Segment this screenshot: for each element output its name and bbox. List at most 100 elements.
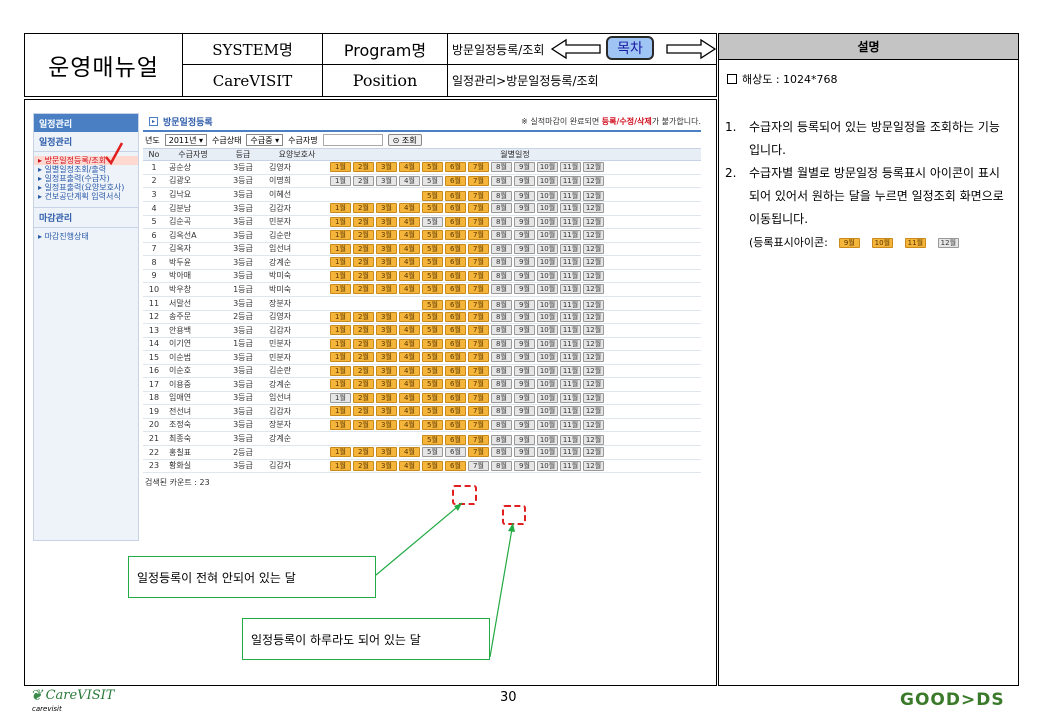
month-button[interactable]: 10월 xyxy=(537,352,558,363)
month-button[interactable]: 5월 xyxy=(422,352,443,363)
month-button[interactable]: 4월 xyxy=(399,447,420,458)
month-button[interactable]: 11월 xyxy=(560,162,581,173)
month-button[interactable]: 9월 xyxy=(514,175,535,186)
month-button[interactable]: 1월 xyxy=(330,365,351,376)
month-button[interactable]: 12월 xyxy=(583,216,604,227)
month-button[interactable]: 10월 xyxy=(537,435,558,445)
month-button[interactable]: 2월 xyxy=(353,257,374,268)
month-button[interactable]: 3월 xyxy=(376,162,397,173)
month-button[interactable]: 12월 xyxy=(583,338,604,349)
month-button[interactable]: 5월 xyxy=(422,419,443,430)
month-button[interactable]: 1월 xyxy=(330,175,351,186)
month-button[interactable]: 8월 xyxy=(491,203,512,214)
month-button[interactable]: 11월 xyxy=(560,365,581,376)
month-button[interactable]: 7월 xyxy=(468,379,489,390)
month-button[interactable]: 10월 xyxy=(537,460,558,471)
month-button[interactable]: 1월 xyxy=(330,338,351,349)
month-button[interactable]: 1월 xyxy=(330,203,351,214)
month-button[interactable]: 6월 xyxy=(445,162,466,173)
month-button[interactable]: 3월 xyxy=(376,392,397,403)
month-button[interactable]: 10월 xyxy=(537,257,558,268)
month-button[interactable]: 10월 xyxy=(537,311,558,322)
month-button[interactable]: 5월 xyxy=(422,270,443,281)
month-button[interactable]: 6월 xyxy=(445,230,466,241)
month-button[interactable]: 9월 xyxy=(514,338,535,349)
month-button[interactable]: 5월 xyxy=(422,243,443,254)
month-button[interactable]: 8월 xyxy=(491,325,512,336)
month-button[interactable]: 10월 xyxy=(537,406,558,417)
month-button[interactable]: 2월 xyxy=(353,284,374,295)
month-button[interactable]: 2월 xyxy=(353,162,374,173)
month-button[interactable]: 10월 xyxy=(537,216,558,227)
month-button[interactable]: 12월 xyxy=(583,365,604,376)
year-select[interactable]: 2011년 ▾ xyxy=(164,134,208,146)
month-button[interactable]: 4월 xyxy=(399,338,420,349)
month-button[interactable]: 12월 xyxy=(583,162,604,173)
month-button[interactable]: 8월 xyxy=(491,435,512,445)
month-button[interactable]: 8월 xyxy=(491,406,512,417)
month-button[interactable]: 10월 xyxy=(537,447,558,458)
month-button[interactable]: 10월 xyxy=(537,230,558,241)
month-button[interactable]: 8월 xyxy=(491,191,512,201)
month-button[interactable]: 9월 xyxy=(514,325,535,336)
month-button[interactable]: 11월 xyxy=(560,447,581,458)
month-button[interactable]: 3월 xyxy=(376,216,397,227)
month-button[interactable]: 12월 xyxy=(583,325,604,336)
month-button[interactable]: 3월 xyxy=(376,203,397,214)
month-button[interactable]: 10월 xyxy=(537,365,558,376)
month-button[interactable]: 2월 xyxy=(353,230,374,241)
month-button[interactable]: 11월 xyxy=(560,270,581,281)
month-button[interactable]: 9월 xyxy=(514,435,535,445)
month-button[interactable]: 2월 xyxy=(353,379,374,390)
month-button[interactable]: 4월 xyxy=(399,352,420,363)
month-button[interactable]: 5월 xyxy=(422,299,443,310)
month-button[interactable]: 7월 xyxy=(468,243,489,254)
month-button[interactable]: 3월 xyxy=(376,338,397,349)
month-button[interactable]: 8월 xyxy=(491,338,512,349)
month-button[interactable]: 12월 xyxy=(583,352,604,363)
month-button[interactable]: 10월 xyxy=(537,175,558,186)
month-button[interactable]: 7월 xyxy=(468,257,489,268)
month-button[interactable]: 1월 xyxy=(330,162,351,173)
sidebar-item-print-recipient[interactable]: ▸ 일정표출력(수급자) xyxy=(34,174,138,183)
month-button[interactable]: 3월 xyxy=(376,257,397,268)
month-button[interactable]: 1월 xyxy=(330,230,351,241)
month-button[interactable]: 9월 xyxy=(514,406,535,417)
month-button[interactable]: 12월 xyxy=(583,311,604,322)
month-button[interactable]: 6월 xyxy=(445,203,466,214)
month-button[interactable]: 7월 xyxy=(468,175,489,186)
month-button[interactable]: 11월 xyxy=(560,325,581,336)
month-button[interactable]: 5월 xyxy=(422,447,443,458)
month-button[interactable]: 12월 xyxy=(583,230,604,241)
month-button[interactable]: 7월 xyxy=(468,311,489,322)
month-button[interactable]: 7월 xyxy=(468,447,489,458)
month-button[interactable]: 9월 xyxy=(514,216,535,227)
month-button[interactable]: 7월 xyxy=(468,435,489,445)
month-button[interactable]: 10월 xyxy=(537,325,558,336)
month-button[interactable]: 7월 xyxy=(468,406,489,417)
month-button[interactable]: 1월 xyxy=(330,419,351,430)
month-button[interactable]: 11월 xyxy=(560,203,581,214)
month-button[interactable]: 8월 xyxy=(491,352,512,363)
month-button[interactable]: 6월 xyxy=(445,460,466,471)
month-button[interactable]: 8월 xyxy=(491,379,512,390)
month-button[interactable]: 7월 xyxy=(468,419,489,430)
month-button[interactable]: 5월 xyxy=(422,435,443,445)
month-button[interactable]: 6월 xyxy=(445,284,466,295)
month-button[interactable]: 8월 xyxy=(491,447,512,458)
month-button[interactable]: 4월 xyxy=(399,365,420,376)
month-button[interactable]: 10월 xyxy=(537,379,558,390)
name-input[interactable] xyxy=(322,134,383,146)
month-button[interactable]: 8월 xyxy=(491,162,512,173)
month-button[interactable]: 1월 xyxy=(330,311,351,322)
month-button[interactable]: 9월 xyxy=(514,460,535,471)
month-button[interactable]: 12월 xyxy=(583,447,604,458)
month-button[interactable]: 4월 xyxy=(399,460,420,471)
month-button[interactable]: 6월 xyxy=(445,379,466,390)
month-button[interactable]: 4월 xyxy=(399,257,420,268)
month-button[interactable]: 6월 xyxy=(445,270,466,281)
month-button[interactable]: 8월 xyxy=(491,311,512,322)
month-button[interactable]: 6월 xyxy=(445,392,466,403)
month-button[interactable]: 10월 xyxy=(537,392,558,403)
month-button[interactable]: 11월 xyxy=(560,460,581,471)
